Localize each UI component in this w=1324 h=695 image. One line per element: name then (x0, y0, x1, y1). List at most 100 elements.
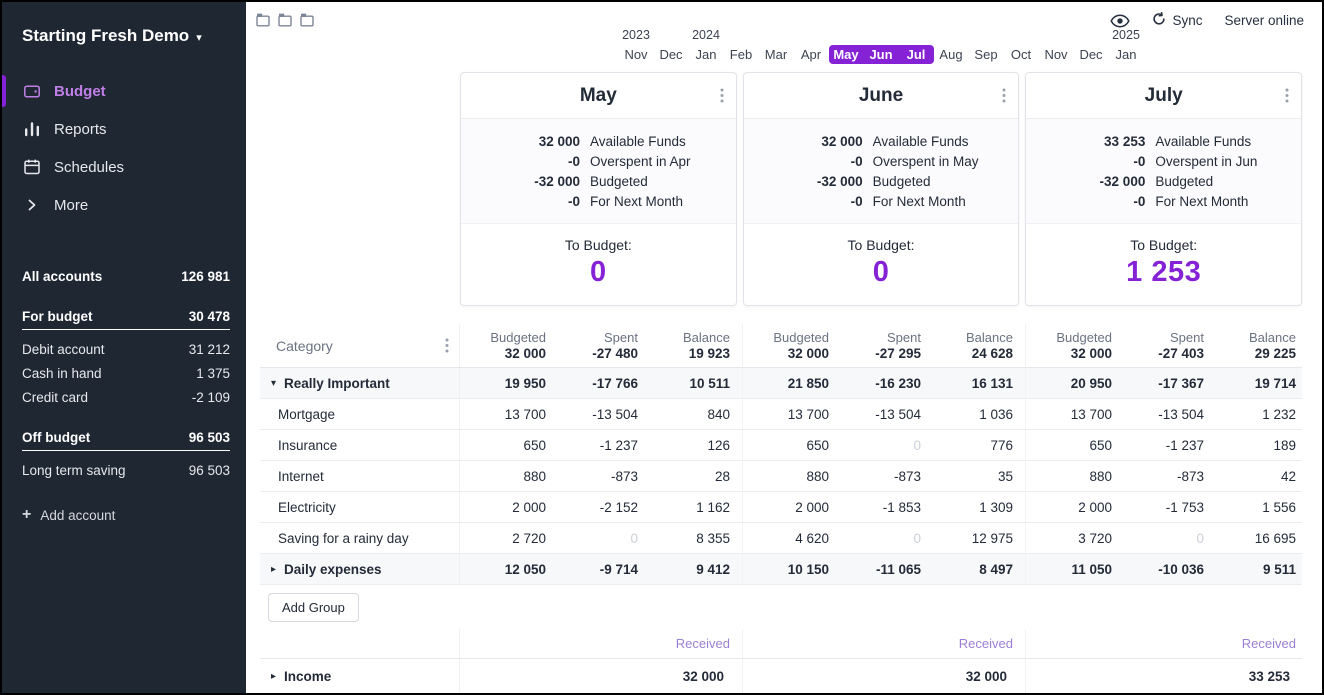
budgeted-cell[interactable]: 13 700 (460, 399, 552, 429)
spent-cell[interactable]: -13 504 (1118, 399, 1210, 429)
timeline-month-selected[interactable]: May (829, 45, 864, 64)
balance-cell[interactable]: 35 (927, 461, 1019, 491)
spent-cell[interactable]: -13 504 (835, 399, 927, 429)
timeline-month[interactable]: Mar (759, 45, 794, 64)
timeline-month[interactable]: Apr (794, 45, 829, 64)
category-name[interactable]: Saving for a rainy day (278, 531, 409, 546)
spent-cell[interactable]: -9 714 (552, 554, 644, 584)
view-3-months-button[interactable] (300, 13, 314, 28)
spent-cell[interactable]: -16 230 (835, 368, 927, 398)
spent-cell[interactable]: 0 (835, 523, 927, 553)
category-row[interactable]: Internet 880-87328 880-87335 880-87342 (260, 461, 1302, 492)
category-row[interactable]: Mortgage 13 700-13 504840 13 700-13 5041… (260, 399, 1302, 430)
balance-cell[interactable]: 189 (1210, 430, 1302, 460)
budgeted-cell[interactable]: 10 150 (743, 554, 835, 584)
view-1-month-button[interactable] (256, 13, 270, 28)
balance-cell[interactable]: 126 (644, 430, 736, 460)
balance-cell[interactable]: 1 556 (1210, 492, 1302, 522)
budgeted-cell[interactable]: 880 (460, 461, 552, 491)
to-budget[interactable]: To Budget: 0 (744, 223, 1019, 305)
budgeted-cell[interactable]: 13 700 (1026, 399, 1118, 429)
category-row[interactable]: Saving for a rainy day 2 72008 355 4 620… (260, 523, 1302, 554)
budgeted-cell[interactable]: 650 (460, 430, 552, 460)
expand-icon[interactable]: ▸ (268, 564, 279, 575)
spent-cell[interactable]: -1 853 (835, 492, 927, 522)
timeline-month[interactable]: Feb (724, 45, 759, 64)
timeline-month[interactable]: Sep (969, 45, 1004, 64)
spent-cell[interactable]: 0 (552, 523, 644, 553)
server-status[interactable]: Server online (1224, 13, 1304, 28)
budgeted-cell[interactable]: 11 050 (1026, 554, 1118, 584)
balance-cell[interactable]: 8 497 (927, 554, 1019, 584)
timeline-month[interactable]: 2024Jan (689, 45, 724, 64)
budgeted-cell[interactable]: 13 700 (743, 399, 835, 429)
balance-cell[interactable]: 42 (1210, 461, 1302, 491)
budgeted-cell[interactable]: 2 000 (743, 492, 835, 522)
category-name[interactable]: Electricity (278, 500, 336, 515)
budgeted-cell[interactable]: 3 720 (1026, 523, 1118, 553)
category-row[interactable]: Insurance 650-1 237126 6500776 650-1 237… (260, 430, 1302, 461)
timeline-month[interactable]: Aug (934, 45, 969, 64)
privacy-eye-icon[interactable] (1110, 14, 1130, 28)
budgeted-cell[interactable]: 650 (1026, 430, 1118, 460)
balance-cell[interactable]: 9 511 (1210, 554, 1302, 584)
timeline-month-selected[interactable]: Jul (899, 45, 934, 64)
balance-cell[interactable]: 840 (644, 399, 736, 429)
balance-cell[interactable]: 8 355 (644, 523, 736, 553)
spent-cell[interactable]: 0 (835, 430, 927, 460)
category-menu-kebab-icon[interactable] (445, 338, 449, 353)
budgeted-cell[interactable]: 20 950 (1026, 368, 1118, 398)
balance-cell[interactable]: 16 695 (1210, 523, 1302, 553)
timeline-month[interactable]: 2025Jan (1109, 45, 1144, 64)
sidebar-item-more[interactable]: More (2, 186, 246, 224)
spent-cell[interactable]: -873 (835, 461, 927, 491)
budget-file-switcher[interactable]: Starting Fresh Demo ▾ (2, 2, 246, 46)
add-group-button[interactable]: Add Group (268, 593, 359, 622)
account-row-long-term-saving[interactable]: Long term saving 96 503 (22, 458, 230, 482)
balance-cell[interactable]: 12 975 (927, 523, 1019, 553)
spent-cell[interactable]: -1 753 (1118, 492, 1210, 522)
category-name[interactable]: Insurance (278, 438, 337, 453)
sidebar-item-budget[interactable]: Budget (2, 72, 246, 110)
budgeted-cell[interactable]: 2 720 (460, 523, 552, 553)
month-menu-kebab-icon[interactable] (1002, 88, 1006, 103)
balance-cell[interactable]: 1 162 (644, 492, 736, 522)
expand-icon[interactable]: ▸ (268, 671, 279, 682)
sidebar-item-reports[interactable]: Reports (2, 110, 246, 148)
spent-cell[interactable]: -13 504 (552, 399, 644, 429)
month-menu-kebab-icon[interactable] (720, 88, 724, 103)
timeline-month-selected[interactable]: Jun (864, 45, 899, 64)
category-row[interactable]: Electricity 2 000-2 1521 162 2 000-1 853… (260, 492, 1302, 523)
balance-cell[interactable]: 1 232 (1210, 399, 1302, 429)
spent-cell[interactable]: -11 065 (835, 554, 927, 584)
timeline-month[interactable]: Dec (654, 45, 689, 64)
spent-cell[interactable]: -2 152 (552, 492, 644, 522)
budgeted-cell[interactable]: 880 (1026, 461, 1118, 491)
budgeted-cell[interactable]: 880 (743, 461, 835, 491)
balance-cell[interactable]: 1 309 (927, 492, 1019, 522)
income-cell[interactable]: 33 253 (1249, 669, 1296, 684)
category-group-row[interactable]: ▾Really Important 19 950-17 76610 511 21… (260, 368, 1302, 399)
category-name[interactable]: Daily expenses (284, 562, 382, 577)
category-name[interactable]: Income (284, 669, 331, 684)
balance-cell[interactable]: 10 511 (644, 368, 736, 398)
category-name[interactable]: Internet (278, 469, 324, 484)
category-group-row[interactable]: ▸ Daily expenses 12 050-9 7149 412 10 150… (260, 554, 1302, 585)
category-name[interactable]: Mortgage (278, 407, 335, 422)
budgeted-cell[interactable]: 12 050 (460, 554, 552, 584)
account-row-off-budget[interactable]: Off budget 96 503 (22, 424, 230, 451)
balance-cell[interactable]: 19 714 (1210, 368, 1302, 398)
account-row-credit-card[interactable]: Credit card -2 109 (22, 385, 230, 409)
sync-button[interactable]: Sync (1152, 12, 1202, 29)
spent-cell[interactable]: -17 367 (1118, 368, 1210, 398)
balance-cell[interactable]: 776 (927, 430, 1019, 460)
to-budget[interactable]: To Budget: 0 (461, 223, 736, 305)
balance-cell[interactable]: 9 412 (644, 554, 736, 584)
collapse-icon[interactable]: ▾ (268, 378, 279, 389)
spent-cell[interactable]: -873 (552, 461, 644, 491)
budgeted-cell[interactable]: 2 000 (1026, 492, 1118, 522)
balance-cell[interactable]: 28 (644, 461, 736, 491)
spent-cell[interactable]: 0 (1118, 523, 1210, 553)
to-budget[interactable]: To Budget: 1 253 (1026, 223, 1301, 305)
spent-cell[interactable]: -1 237 (1118, 430, 1210, 460)
